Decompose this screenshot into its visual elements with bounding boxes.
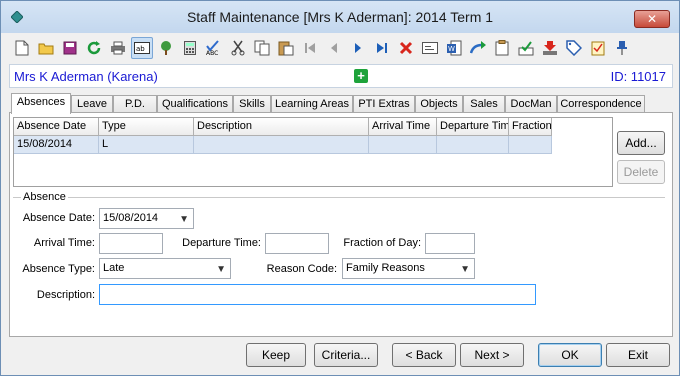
open-folder-icon[interactable] <box>35 37 57 59</box>
cell-absence-date: 15/08/2014 <box>14 136 99 154</box>
previous-record-icon[interactable] <box>323 37 345 59</box>
close-window-button[interactable]: ✕ <box>634 10 670 28</box>
cell-arrival-time <box>369 136 437 154</box>
svg-text:ab: ab <box>136 45 145 53</box>
absence-type-value: Late <box>103 262 125 274</box>
plus-icon[interactable]: + <box>354 69 368 83</box>
column-header-arrival-time[interactable]: Arrival Time <box>369 118 437 136</box>
absence-group-legend: Absence <box>21 191 68 203</box>
download-icon[interactable] <box>539 37 561 59</box>
reason-code-select[interactable]: Family Reasons ▼ <box>342 258 475 279</box>
svg-text:W: W <box>448 45 455 53</box>
departure-time-input[interactable] <box>265 233 329 254</box>
tab-objects[interactable]: Objects <box>415 95 463 113</box>
fraction-of-day-input[interactable] <box>425 233 475 254</box>
cell-description <box>194 136 369 154</box>
grid-header: Absence Date Type Description Arrival Ti… <box>14 118 552 136</box>
column-header-fraction[interactable]: Fraction <box>509 118 552 136</box>
column-header-departure-time[interactable]: Departure Time <box>437 118 509 136</box>
absence-date-value: 15/08/2014 <box>103 212 159 224</box>
calculator-icon[interactable] <box>179 37 201 59</box>
staff-maintenance-window: Staff Maintenance [Mrs K Aderman]: 2014 … <box>0 0 680 376</box>
svg-text:ABC: ABC <box>206 50 218 56</box>
departure-time-label: Departure Time: <box>182 237 261 249</box>
card-icon[interactable] <box>419 37 441 59</box>
fraction-of-day-label: Fraction of Day: <box>343 237 421 249</box>
spellcheck-icon[interactable]: ABC <box>203 37 225 59</box>
tree-icon[interactable] <box>155 37 177 59</box>
checklist-icon[interactable] <box>587 37 609 59</box>
staff-id: ID: 11017 <box>610 69 666 84</box>
tab-sales[interactable]: Sales <box>463 95 505 113</box>
copy-icon[interactable] <box>251 37 273 59</box>
delete-button[interactable]: Delete <box>617 160 665 184</box>
first-record-icon[interactable] <box>299 37 321 59</box>
new-icon[interactable] <box>11 37 33 59</box>
next-button[interactable]: Next > <box>460 343 524 367</box>
criteria-button[interactable]: Criteria... <box>314 343 378 367</box>
reason-code-value: Family Reasons <box>346 262 425 274</box>
tab-strip: Absences Leave P.D. Qualifications Skill… <box>9 93 673 114</box>
staff-info-strip: Mrs K Aderman (Karena) + ID: 11017 <box>9 64 673 88</box>
absence-type-label: Absence Type: <box>22 263 95 275</box>
clipboard-icon[interactable] <box>491 37 513 59</box>
text-field-icon[interactable]: ab <box>131 37 153 59</box>
chevron-down-icon[interactable]: ▼ <box>179 210 189 229</box>
tab-learning-areas[interactable]: Learning Areas <box>271 95 353 113</box>
pin-icon[interactable] <box>611 37 633 59</box>
title-bar: Staff Maintenance [Mrs K Aderman]: 2014 … <box>1 1 679 33</box>
chevron-down-icon[interactable]: ▼ <box>216 260 226 279</box>
description-label: Description: <box>36 289 95 301</box>
delete-icon[interactable] <box>395 37 417 59</box>
cell-type: L <box>99 136 194 154</box>
ok-button[interactable]: OK <box>538 343 602 367</box>
forward-arrow-icon[interactable] <box>467 37 489 59</box>
tab-docman[interactable]: DocMan <box>505 95 557 113</box>
tab-skills[interactable]: Skills <box>233 95 271 113</box>
last-record-icon[interactable] <box>371 37 393 59</box>
print-icon[interactable] <box>107 37 129 59</box>
paste-icon[interactable] <box>275 37 297 59</box>
footer-bar: Keep Criteria... < Back Next > OK Exit <box>1 337 679 375</box>
tab-pd[interactable]: P.D. <box>113 95 157 113</box>
tab-leave[interactable]: Leave <box>71 95 113 113</box>
cell-departure-time <box>437 136 509 154</box>
absence-type-select[interactable]: Late ▼ <box>99 258 231 279</box>
word-icon[interactable]: W <box>443 37 465 59</box>
arrival-time-label: Arrival Time: <box>33 237 95 249</box>
window-title: Staff Maintenance [Mrs K Aderman]: 2014 … <box>186 9 494 25</box>
stamp-icon[interactable] <box>515 37 537 59</box>
tab-correspondence[interactable]: Correspondence <box>557 95 645 113</box>
toolbar: ab ABC W <box>9 35 673 61</box>
staff-name: Mrs K Aderman (Karena) <box>14 69 158 84</box>
column-header-description[interactable]: Description <box>194 118 369 136</box>
chevron-down-icon[interactable]: ▼ <box>460 260 470 279</box>
arrival-time-input[interactable] <box>99 233 163 254</box>
save-icon[interactable] <box>59 37 81 59</box>
table-row[interactable]: 15/08/2014 L <box>14 136 552 154</box>
column-header-absence-date[interactable]: Absence Date <box>14 118 99 136</box>
cut-icon[interactable] <box>227 37 249 59</box>
description-input[interactable] <box>99 284 536 305</box>
keep-button[interactable]: Keep <box>246 343 306 367</box>
absence-date-picker[interactable]: 15/08/2014 ▼ <box>99 208 194 229</box>
column-header-type[interactable]: Type <box>99 118 194 136</box>
reason-code-label: Reason Code: <box>266 263 337 275</box>
refresh-icon[interactable] <box>83 37 105 59</box>
cell-fraction <box>509 136 552 154</box>
absence-date-label: Absence Date: <box>22 212 95 224</box>
tab-pti-extras[interactable]: PTI Extras <box>353 95 415 113</box>
next-record-icon[interactable] <box>347 37 369 59</box>
absences-grid[interactable]: Absence Date Type Description Arrival Ti… <box>13 117 613 187</box>
tag-icon[interactable] <box>563 37 585 59</box>
tab-qualifications[interactable]: Qualifications <box>157 95 233 113</box>
exit-button[interactable]: Exit <box>606 343 670 367</box>
tab-absences[interactable]: Absences <box>11 93 71 114</box>
back-button[interactable]: < Back <box>392 343 456 367</box>
add-button[interactable]: Add... <box>617 131 665 155</box>
